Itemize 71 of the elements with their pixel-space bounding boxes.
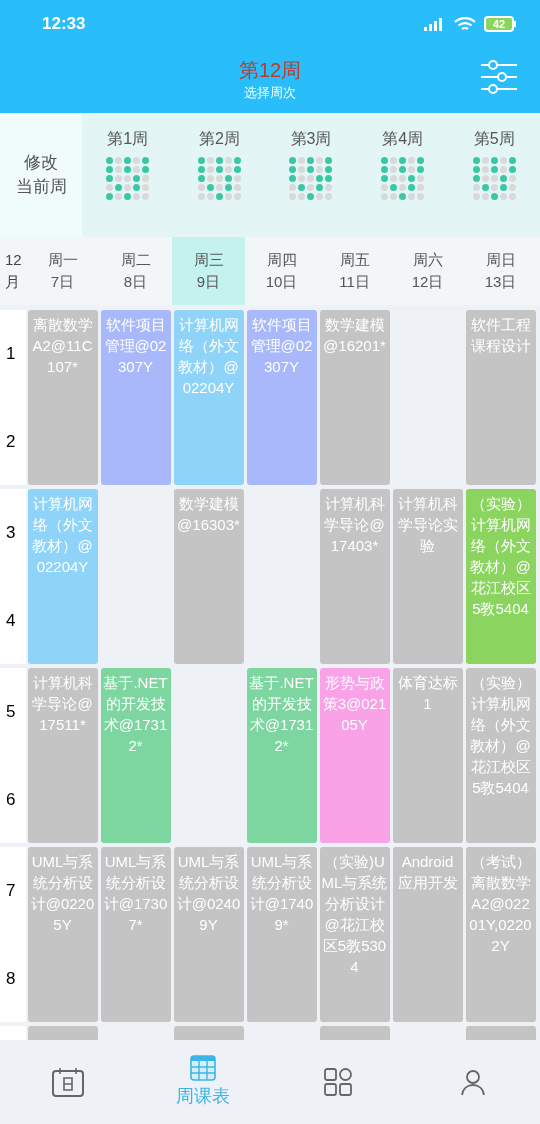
day-column-header[interactable]: 周三 9日 [172,237,245,305]
day-column-header[interactable]: 周六 12日 [391,237,464,305]
month-label: 12 月 [4,250,23,292]
period-number: 2 [5,430,16,453]
course-card[interactable]: UML与系统分析设计@17409* [246,847,317,1022]
weekday-label: 周六 [412,250,443,270]
day-column-header[interactable]: 周四 10日 [245,237,318,305]
weekday-label: 周二 [120,250,151,270]
date-label: 8日 [123,272,148,292]
status-time: 12:33 [42,13,86,36]
week-option[interactable]: 第1周 [87,127,168,237]
date-label: 11日 [339,272,370,292]
period-number: 1 [5,343,16,365]
date-label: 7日 [50,272,75,292]
period-number: 4 [5,609,16,632]
course-card[interactable]: UML与系统分析设计@17307* [100,847,171,1022]
week-option[interactable]: 第5周 [454,127,535,237]
date-label: 13日 [484,272,517,292]
course-card[interactable]: 数学建模@16201* [319,310,390,485]
change-current-week-button[interactable]: 修改 当前周 [0,113,82,237]
course-card[interactable]: 计算机科学导论@17511* [27,668,98,843]
weekday-label: 周五 [339,250,370,270]
date-label: 9日 [196,272,221,292]
period-number: 3 [5,522,16,544]
week-title[interactable]: 第12周 [238,58,302,84]
period-number: 5 [5,701,16,723]
course-card[interactable]: UML与系统分析设计@02409Y [173,847,244,1022]
course-card[interactable]: UML与系统分析设计@02205Y [27,847,98,1022]
course-card[interactable]: （实验)UML与系统分析设计@花江校区5教5304 [319,847,390,1022]
course-card[interactable]: 形势与政策3@02105Y [319,668,390,843]
course-card[interactable] [173,1026,244,1040]
course-card[interactable]: Android应用开发 [392,847,463,1022]
course-card[interactable]: 体育达标1 [392,668,463,843]
day-column-header[interactable]: 周五 11日 [318,237,391,305]
course-card[interactable]: 数学建模@16303* [173,489,244,664]
battery-level: 42 [492,18,506,30]
course-card[interactable]: 离散数学A2@11C107* [27,310,98,485]
week-option[interactable]: 第4周 [362,127,443,237]
week-subtitle[interactable]: 选择周次 [244,83,296,103]
date-label: 10日 [265,272,298,292]
wifi-icon [454,16,476,32]
course-card[interactable]: 计算机网络（外文教材）@02204Y [27,489,98,664]
apps-icon [322,1067,353,1097]
table-icon [189,1054,216,1081]
nav-tab[interactable]: 周课表 [135,1040,270,1124]
weekday-label: 周日 [485,250,516,270]
day-column-header[interactable]: 周二 8日 [99,237,172,305]
course-card[interactable]: 计算机科学导论@17403* [319,489,390,664]
settings-icon[interactable] [480,60,518,94]
course-card[interactable]: 基于.NET的开发技术@17312* [246,668,317,843]
course-card[interactable]: 计算机科学导论实验 [392,489,463,664]
course-card[interactable]: （实验）计算机网络（外文教材）@花江校区5教5404 [465,668,536,843]
date-label: 12日 [411,272,444,292]
course-card[interactable]: 软件项目管理@02307Y [100,310,171,485]
week-option[interactable]: 第2周 [179,127,260,237]
period-number: 6 [5,788,16,811]
course-card[interactable]: 计算机网络（外文教材）@02204Y [173,310,244,485]
course-card[interactable]: 软件项目管理@02307Y [246,310,317,485]
course-card[interactable] [465,1026,536,1040]
period-number: 8 [5,967,16,990]
day-column-header[interactable]: 周日 13日 [464,237,537,305]
weekday-label: 周三 [193,250,224,270]
period-number: 7 [5,880,16,902]
week-option[interactable]: 第3周 [271,127,351,237]
calendar-icon [50,1066,85,1098]
course-card[interactable]: 基于.NET的开发技术@17312* [100,668,171,843]
course-card[interactable]: （实验）计算机网络（外文教材）@花江校区5教5404 [465,489,536,664]
course-card[interactable]: （考试）离散数学A2@02201Y,02202Y [465,847,536,1022]
weekday-label: 周一 [47,250,78,270]
weekday-label: 周四 [266,250,297,270]
day-column-header[interactable]: 周一 7日 [26,237,99,305]
